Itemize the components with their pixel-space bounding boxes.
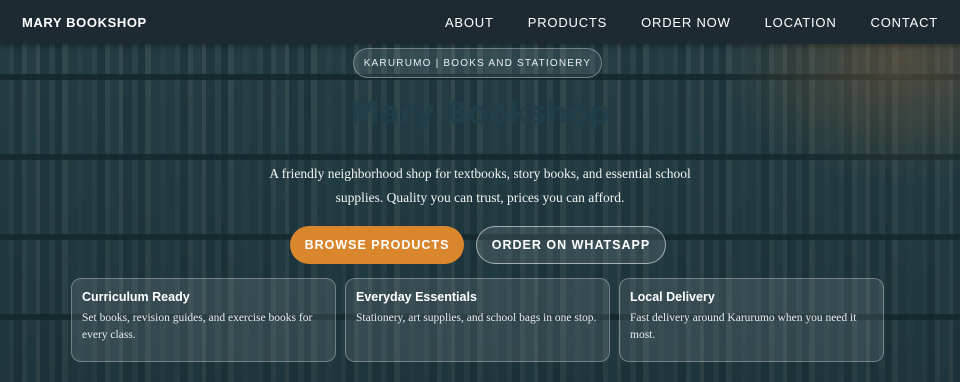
- hero-section: KARURUMO | BOOKS AND STATIONERY Mary Boo…: [0, 44, 960, 382]
- feature-card-text: Set books, revision guides, and exercise…: [82, 312, 313, 341]
- nav-link-location[interactable]: LOCATION: [765, 15, 837, 30]
- order-whatsapp-button[interactable]: ORDER ON WHATSAPP: [476, 226, 666, 264]
- nav-links: ABOUT PRODUCTS ORDER NOW LOCATION CONTAC…: [411, 15, 938, 30]
- tagline-badge: KARURUMO | BOOKS AND STATIONERY: [353, 48, 602, 78]
- feature-card-title: Local Delivery: [630, 290, 715, 304]
- feature-card-title: Curriculum Ready: [82, 290, 190, 304]
- top-navbar: MARY BOOKSHOP ABOUT PRODUCTS ORDER NOW L…: [0, 0, 960, 44]
- feature-card-curriculum: Curriculum Ready Set books, revision gui…: [71, 278, 336, 362]
- nav-link-order-now[interactable]: ORDER NOW: [641, 15, 731, 30]
- nav-link-products[interactable]: PRODUCTS: [528, 15, 607, 30]
- feature-card-text: Stationery, art supplies, and school bag…: [356, 312, 597, 324]
- feature-card-title: Everyday Essentials: [356, 290, 477, 304]
- nav-link-about[interactable]: ABOUT: [445, 15, 494, 30]
- nav-link-contact[interactable]: CONTACT: [871, 15, 938, 30]
- hero-title: Mary Bookshop: [349, 96, 611, 131]
- hero-description: A friendly neighborhood shop for textboo…: [269, 166, 691, 205]
- brand-logo[interactable]: MARY BOOKSHOP: [22, 15, 147, 30]
- feature-card-essentials: Everyday Essentials Stationery, art supp…: [345, 278, 610, 362]
- feature-card-text: Fast delivery around Karurumo when you n…: [630, 312, 857, 341]
- browse-products-button[interactable]: BROWSE PRODUCTS: [290, 226, 464, 264]
- feature-card-delivery: Local Delivery Fast delivery around Karu…: [619, 278, 884, 362]
